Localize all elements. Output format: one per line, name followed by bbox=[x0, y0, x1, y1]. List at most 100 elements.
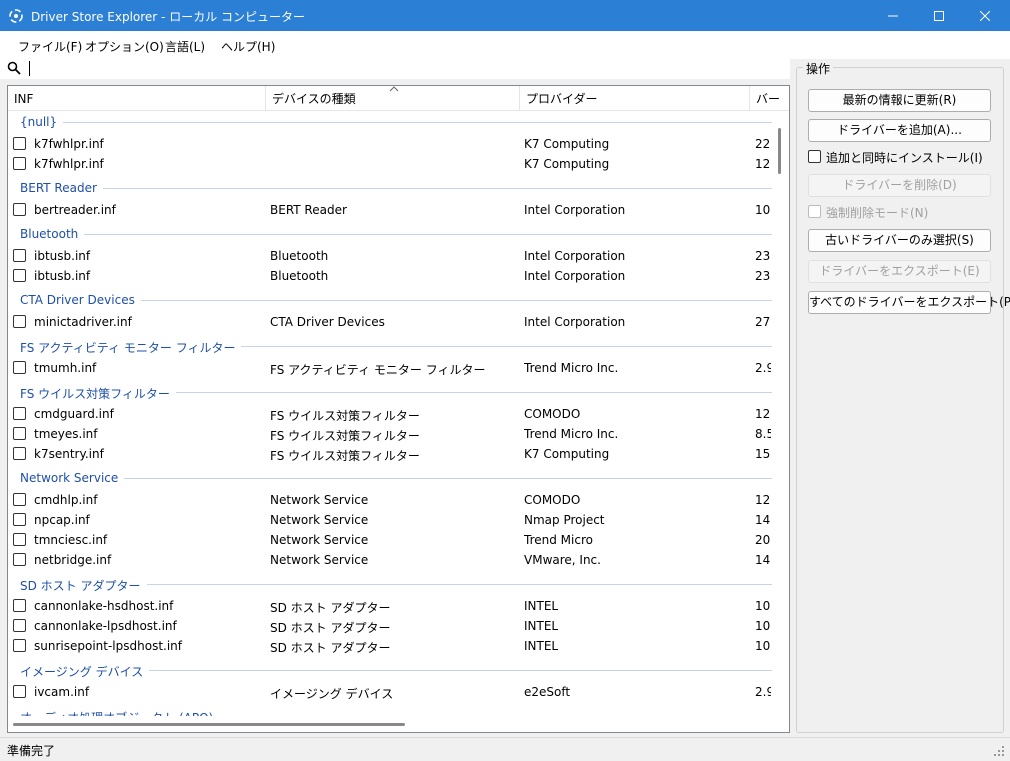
cell-device-type: イメージング デバイス bbox=[270, 687, 394, 701]
menu-bar: ファイル(F) オプション(O) 言語(L) ヘルプ(H) bbox=[0, 31, 1010, 59]
menu-options[interactable]: オプション(O) bbox=[85, 38, 164, 55]
maximize-icon bbox=[934, 10, 944, 21]
column-header-inf[interactable]: INF bbox=[8, 86, 266, 111]
maximize-button[interactable] bbox=[916, 0, 962, 31]
horizontal-scroll-thumb[interactable] bbox=[13, 723, 405, 726]
group-header[interactable]: FS アクティビティ モニター フィルター bbox=[8, 336, 772, 356]
cell-inf: cmdhlp.inf bbox=[34, 493, 98, 507]
sort-ascending-icon bbox=[389, 86, 399, 92]
cell-provider: COMODO bbox=[524, 407, 581, 421]
row-checkbox[interactable] bbox=[13, 533, 26, 546]
row-checkbox[interactable] bbox=[13, 619, 26, 632]
driver-row[interactable]: k7sentry.inf FS ウイルス対策フィルター K7 Computing 15… bbox=[8, 444, 772, 464]
resize-grip-icon[interactable] bbox=[993, 745, 1005, 757]
group-header[interactable]: CTA Driver Devices bbox=[8, 290, 772, 310]
vertical-scroll-thumb[interactable] bbox=[778, 128, 781, 174]
install-on-add-label: 追加と同時にインストール(I) bbox=[826, 151, 983, 165]
group-header[interactable]: {null} bbox=[8, 112, 772, 132]
column-header-provider[interactable]: プロバイダー bbox=[520, 86, 750, 111]
menu-file[interactable]: ファイル(F) bbox=[18, 38, 82, 55]
cell-inf: k7fwhlpr.inf bbox=[34, 137, 104, 151]
driver-row[interactable]: ibtusb.inf Bluetooth Intel Corporation 23. bbox=[8, 266, 772, 286]
cell-inf: ibtusb.inf bbox=[34, 249, 91, 263]
driver-row[interactable]: tmnciesc.inf Network Service Trend Micro 20… bbox=[8, 530, 772, 550]
operations-panel bbox=[796, 67, 1004, 733]
row-checkbox[interactable] bbox=[13, 407, 26, 420]
row-checkbox[interactable] bbox=[13, 249, 26, 262]
horizontal-scrollbar[interactable] bbox=[8, 716, 773, 732]
driver-row[interactable]: ivcam.inf イメージング デバイス e2eSoft 2.9 bbox=[8, 682, 772, 702]
driver-row[interactable]: sunrisepoint-lpsdhost.inf SD ホスト アダプター INT… bbox=[8, 636, 772, 656]
driver-row[interactable]: tmeyes.inf FS ウイルス対策フィルター Trend Micro Inc.… bbox=[8, 424, 772, 444]
column-header-version[interactable]: バー bbox=[750, 86, 789, 111]
cell-device-type: FS アクティビティ モニター フィルター bbox=[270, 363, 486, 377]
delete-driver-button[interactable]: ドライバーを削除(D) bbox=[808, 174, 991, 197]
group-header[interactable]: BERT Reader bbox=[8, 178, 772, 198]
cell-inf: ivcam.inf bbox=[34, 685, 90, 699]
driver-list[interactable]: INF デバイスの種類 プロバイダー バー {null} k7fwhlpr.inf… bbox=[7, 85, 790, 733]
row-checkbox[interactable] bbox=[13, 639, 26, 652]
row-checkbox[interactable] bbox=[13, 315, 26, 328]
cell-device-type: Bluetooth bbox=[270, 269, 329, 283]
cell-version: 10. bbox=[755, 599, 771, 613]
group-header[interactable]: SD ホスト アダプター bbox=[8, 574, 772, 594]
group-label: BERT Reader bbox=[20, 181, 103, 195]
add-driver-button[interactable]: ドライバーを追加(A)... bbox=[808, 119, 991, 142]
group-header[interactable]: Network Service bbox=[8, 468, 772, 488]
cell-provider: K7 Computing bbox=[524, 447, 610, 461]
row-checkbox[interactable] bbox=[13, 203, 26, 216]
row-checkbox[interactable] bbox=[13, 137, 26, 150]
driver-row[interactable]: k7fwhlpr.inf K7 Computing 12. bbox=[8, 154, 772, 174]
cell-inf: k7sentry.inf bbox=[34, 447, 104, 461]
group-divider bbox=[20, 122, 772, 123]
driver-row[interactable]: bertreader.inf BERT Reader Intel Corporati… bbox=[8, 200, 772, 220]
minimize-button[interactable] bbox=[870, 0, 916, 31]
driver-row[interactable]: cannonlake-hsdhost.inf SD ホスト アダプター INTEL 1… bbox=[8, 596, 772, 616]
driver-row[interactable]: k7fwhlpr.inf K7 Computing 22. bbox=[8, 134, 772, 154]
driver-row[interactable]: cmdguard.inf FS ウイルス対策フィルター COMODO 12. bbox=[8, 404, 772, 424]
row-checkbox[interactable] bbox=[13, 685, 26, 698]
driver-row[interactable]: npcap.inf Network Service Nmap Project 14. bbox=[8, 510, 772, 530]
row-checkbox[interactable] bbox=[13, 427, 26, 440]
driver-row[interactable]: cannonlake-lpsdhost.inf SD ホスト アダプター INTEL… bbox=[8, 616, 772, 636]
cell-device-type: BERT Reader bbox=[270, 203, 347, 217]
row-checkbox[interactable] bbox=[13, 513, 26, 526]
row-checkbox[interactable] bbox=[13, 447, 26, 460]
export-all-drivers-button[interactable]: すべてのドライバーをエクスポート(P)... bbox=[808, 291, 1010, 314]
group-header[interactable]: Bluetooth bbox=[8, 224, 772, 244]
text-caret bbox=[29, 61, 30, 76]
driver-row[interactable]: minictadriver.inf CTA Driver Devices Intel… bbox=[8, 312, 772, 332]
row-checkbox[interactable] bbox=[13, 493, 26, 506]
menu-language[interactable]: 言語(L) bbox=[165, 38, 205, 55]
group-header[interactable]: FS ウイルス対策フィルター bbox=[8, 382, 772, 402]
row-checkbox[interactable] bbox=[13, 269, 26, 282]
checkbox-box[interactable] bbox=[808, 150, 821, 163]
cell-version: 2.9 bbox=[755, 685, 771, 699]
row-checkbox[interactable] bbox=[13, 553, 26, 566]
driver-row[interactable]: ibtusb.inf Bluetooth Intel Corporation 23. bbox=[8, 246, 772, 266]
cell-provider: e2eSoft bbox=[524, 685, 571, 699]
checkbox-box[interactable] bbox=[808, 205, 821, 218]
search-bar bbox=[0, 59, 790, 79]
menu-help[interactable]: ヘルプ(H) bbox=[221, 38, 275, 55]
cell-inf: sunrisepoint-lpsdhost.inf bbox=[34, 639, 183, 653]
row-checkbox[interactable] bbox=[13, 361, 26, 374]
cell-device-type: FS ウイルス対策フィルター bbox=[270, 409, 420, 423]
cell-provider: INTEL bbox=[524, 599, 559, 613]
driver-row[interactable]: tmumh.inf FS アクティビティ モニター フィルター Trend Micr… bbox=[8, 358, 772, 378]
refresh-button[interactable]: 最新の情報に更新(R) bbox=[808, 89, 991, 112]
driver-row[interactable]: netbridge.inf Network Service VMware, Inc.… bbox=[8, 550, 772, 570]
search-input[interactable] bbox=[27, 59, 787, 79]
select-old-drivers-button[interactable]: 古いドライバーのみ選択(S) bbox=[808, 229, 991, 252]
cell-device-type: Network Service bbox=[270, 493, 369, 507]
row-checkbox[interactable] bbox=[13, 599, 26, 612]
status-bar: 準備完了 bbox=[0, 737, 1010, 761]
driver-row[interactable]: cmdhlp.inf Network Service COMODO 12. bbox=[8, 490, 772, 510]
group-header[interactable]: イメージング デバイス bbox=[8, 660, 772, 680]
cell-version: 14. bbox=[755, 553, 771, 567]
cell-inf: npcap.inf bbox=[34, 513, 90, 527]
close-button[interactable] bbox=[962, 0, 1008, 31]
row-checkbox[interactable] bbox=[13, 157, 26, 170]
export-driver-button[interactable]: ドライバーをエクスポート(E) bbox=[808, 260, 991, 283]
vertical-scrollbar[interactable] bbox=[773, 112, 789, 716]
